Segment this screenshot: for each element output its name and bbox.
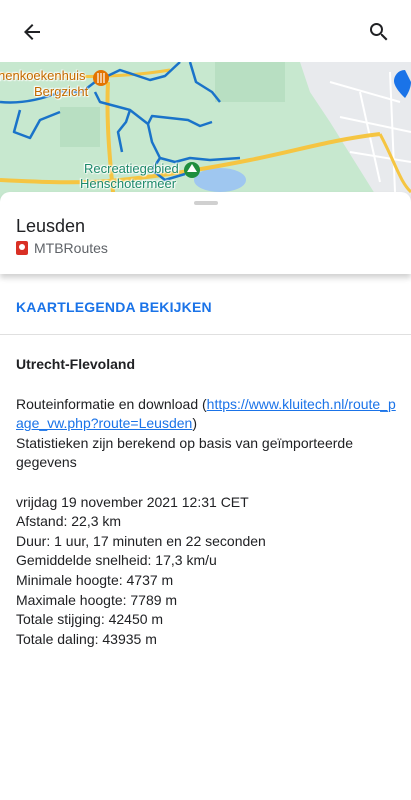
map-label-recreation-line2: Henschotermeer <box>80 176 177 191</box>
route-date: vrijdag 19 november 2021 12:31 CET <box>16 493 249 510</box>
place-title: Leusden <box>16 216 86 236</box>
lake <box>194 168 246 192</box>
map-canvas <box>0 62 411 202</box>
view-legend-link[interactable]: KAARTLEGENDA BEKIJKEN <box>16 299 212 315</box>
search-button[interactable] <box>360 13 398 51</box>
route-info-suffix: ) <box>192 415 197 432</box>
map-layer-icon <box>16 241 28 255</box>
search-icon <box>370 23 388 41</box>
source-row: MTBRoutes <box>16 240 108 256</box>
map-label-recreation-line1: Recreatiegebied <box>84 161 179 176</box>
map-label-poi-line2: Bergzicht <box>34 84 89 99</box>
place-sheet[interactable]: Leusden MTBRoutes <box>0 192 411 274</box>
route-distance: Afstand: 22,3 km <box>16 513 122 530</box>
route-info-prefix: Routeinformatie en download ( <box>16 395 207 412</box>
route-total-ascent: Totale stijging: 42450 m <box>16 611 164 628</box>
stats-note: Statistieken zijn berekend op basis van … <box>16 434 353 471</box>
route-min-height: Minimale hoogte: 4737 m <box>16 571 174 588</box>
source-name: MTBRoutes <box>34 240 108 256</box>
arrow-back-icon <box>24 24 40 40</box>
route-max-height: Maximale hoogte: 7789 m <box>16 591 178 608</box>
route-info: Routeinformatie en download (https://www… <box>16 395 396 434</box>
route-total-descent: Totale daling: 43935 m <box>16 630 157 647</box>
route-duration: Duur: 1 uur, 17 minuten en 22 seconden <box>16 532 266 549</box>
back-button[interactable] <box>13 13 51 51</box>
forest-patch <box>60 107 100 147</box>
map-label-poi-line1: nenkoekenhuis <box>0 68 86 83</box>
divider <box>0 334 411 335</box>
map-view[interactable]: nenkoekenhuis Bergzicht Recreatiegebied … <box>0 62 411 202</box>
top-app-bar <box>0 0 411 62</box>
drag-handle[interactable] <box>194 201 218 205</box>
section-title: Utrecht-Flevoland <box>16 356 136 372</box>
details-content: Utrecht-Flevoland Routeinformatie en dow… <box>16 355 396 649</box>
forest-patch <box>215 62 285 102</box>
route-avg-speed: Gemiddelde snelheid: 17,3 km/u <box>16 552 217 569</box>
